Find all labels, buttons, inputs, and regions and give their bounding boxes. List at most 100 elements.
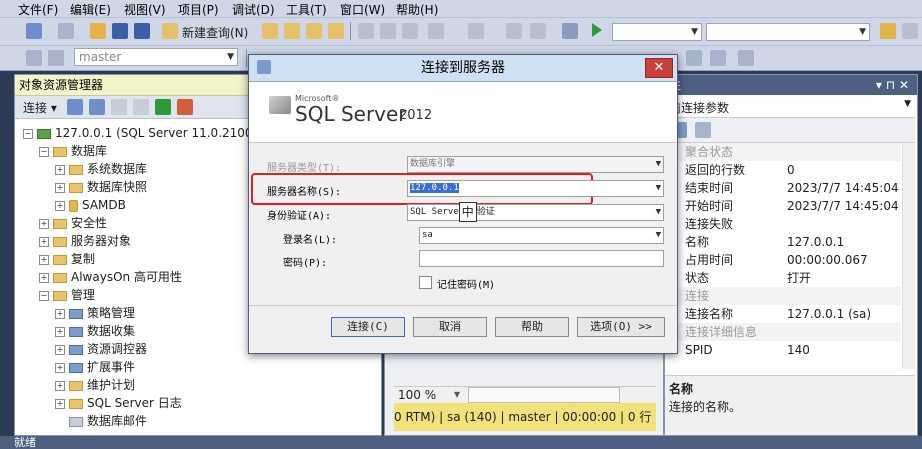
report-icon[interactable] bbox=[562, 23, 578, 39]
property-pages-icon[interactable] bbox=[695, 122, 711, 138]
indent-icon[interactable] bbox=[686, 50, 702, 66]
tree-server-objects[interactable]: + 服务器对象 bbox=[39, 233, 131, 250]
solution-icon[interactable] bbox=[530, 23, 546, 39]
property-value: 2023/7/7 14:45:04 bbox=[787, 181, 899, 195]
property-row[interactable]: 状态 打开 bbox=[665, 269, 901, 287]
properties-object-combo[interactable]: 前连接参数 ▼ bbox=[665, 95, 915, 118]
menu-debug[interactable]: 调试(D) bbox=[232, 1, 275, 18]
menu-window[interactable]: 窗口(W) bbox=[340, 1, 385, 18]
paste-icon[interactable] bbox=[402, 23, 418, 39]
standard-toolbar: 新建查询(N) ▼ ▼ bbox=[0, 18, 922, 46]
property-category[interactable]: 连接详细信息 bbox=[665, 323, 901, 341]
open-file-icon[interactable] bbox=[90, 23, 106, 39]
remember-password-checkbox[interactable] bbox=[419, 276, 432, 289]
tree-databases[interactable]: − 数据库 bbox=[39, 143, 107, 160]
new-query-button[interactable]: 新建查询(N) bbox=[182, 24, 248, 41]
menu-file[interactable]: 文件(F) bbox=[18, 1, 58, 18]
tree-resource-governor[interactable]: + 资源调控器 bbox=[55, 341, 147, 358]
menu-view[interactable]: 视图(V) bbox=[124, 1, 166, 18]
database-combo[interactable]: master ▼ bbox=[74, 48, 238, 66]
property-category[interactable]: 聚合状态 bbox=[665, 143, 901, 161]
property-key: 占用时间 bbox=[685, 253, 734, 267]
cancel-button[interactable]: 取消 bbox=[413, 317, 487, 337]
server-type-select[interactable]: 数据库引擎 ▼ bbox=[407, 156, 664, 173]
tree-sql-server-logs[interactable]: + SQL Server 日志 bbox=[55, 395, 182, 412]
property-row[interactable]: 开始时间 2023/7/7 14:45:04 bbox=[665, 197, 901, 215]
tree-extended-events[interactable]: + 扩展事件 bbox=[55, 359, 135, 376]
property-row[interactable]: 连接失败 bbox=[665, 215, 901, 233]
undo-icon[interactable] bbox=[428, 23, 444, 39]
dmx-query-icon[interactable] bbox=[328, 23, 344, 39]
tree-db-snapshots[interactable]: + 数据库快照 bbox=[55, 179, 147, 196]
property-row[interactable]: 返回的行数 0 bbox=[665, 161, 901, 179]
close-button[interactable]: ✕ bbox=[645, 58, 673, 78]
mdx-query-icon[interactable] bbox=[306, 23, 322, 39]
tree-management[interactable]: − 管理 bbox=[39, 287, 95, 304]
options-button[interactable]: 选项(O) >> bbox=[577, 317, 665, 337]
property-value: 127.0.0.1 (sa) bbox=[787, 307, 872, 321]
property-row[interactable]: 结束时间 2023/7/7 14:45:04 bbox=[665, 179, 901, 197]
filter-icon[interactable] bbox=[133, 99, 149, 115]
new-project-icon[interactable] bbox=[26, 23, 42, 39]
auth-select[interactable]: SQL Serve 中验证 ▼ bbox=[407, 202, 664, 222]
help-button[interactable]: 帮助 bbox=[495, 317, 569, 337]
server-name-combo[interactable]: 127.0.0.1 ▼ bbox=[407, 180, 664, 197]
connect-oe-icon[interactable] bbox=[67, 99, 83, 115]
server-name-label: 服务器名称(S): bbox=[267, 187, 342, 198]
properties-scrollbar[interactable] bbox=[902, 143, 915, 369]
property-key: 连接 bbox=[685, 289, 710, 303]
tree-database-mail[interactable]: 数据库邮件 bbox=[69, 413, 147, 430]
property-row[interactable]: SPID 140 bbox=[665, 341, 901, 359]
cut-icon[interactable] bbox=[358, 23, 374, 39]
disconnect-icon[interactable] bbox=[89, 99, 105, 115]
connect-icon[interactable] bbox=[26, 50, 42, 66]
navigate-icon[interactable] bbox=[506, 23, 522, 39]
comment-icon[interactable] bbox=[738, 50, 754, 66]
menu-tools[interactable]: 工具(T) bbox=[286, 1, 327, 18]
new-query-icon[interactable] bbox=[162, 23, 178, 39]
tree-policy-management[interactable]: + 策略管理 bbox=[55, 305, 135, 322]
properties-icon[interactable] bbox=[880, 23, 896, 39]
outdent-icon[interactable] bbox=[710, 50, 726, 66]
tree-server-node[interactable]: −127.0.0.1 (SQL Server 11.0.2100 - bbox=[23, 125, 261, 142]
property-category[interactable]: 连接 bbox=[665, 287, 901, 305]
login-combo[interactable]: sa ▼ bbox=[419, 227, 664, 244]
search-combo[interactable]: ▼ bbox=[706, 23, 870, 41]
connect-dropdown[interactable]: 连接 ▾ bbox=[23, 99, 57, 116]
copy-icon[interactable] bbox=[380, 23, 396, 39]
execute-icon[interactable] bbox=[592, 23, 602, 37]
menu-edit[interactable]: 编辑(E) bbox=[70, 1, 111, 18]
analysis-query-icon[interactable] bbox=[284, 23, 300, 39]
password-input[interactable] bbox=[419, 250, 664, 267]
change-connection-icon[interactable] bbox=[48, 50, 64, 66]
connect-button[interactable]: 连接(C) bbox=[331, 317, 405, 337]
redo-icon[interactable] bbox=[468, 23, 484, 39]
config-combo[interactable]: ▼ bbox=[612, 23, 702, 41]
menu-help[interactable]: 帮助(H) bbox=[396, 1, 438, 18]
tree-maintenance-plans[interactable]: + 维护计划 bbox=[55, 377, 135, 394]
db-engine-query-icon[interactable] bbox=[262, 23, 278, 39]
property-row[interactable]: 占用时间 00:00:00.067 bbox=[665, 251, 901, 269]
dialog-title: 连接到服务器 bbox=[421, 60, 505, 76]
pin-icon[interactable]: ▾ ⊓ ✕ bbox=[876, 75, 909, 95]
tree-system-databases[interactable]: + 系统数据库 bbox=[55, 161, 147, 178]
refresh-icon[interactable] bbox=[155, 99, 171, 115]
tree-samdb[interactable]: + SAMDB bbox=[55, 197, 126, 214]
add-item-icon[interactable] bbox=[58, 23, 74, 39]
zoom-dropdown-icon[interactable]: ▾ bbox=[454, 387, 460, 401]
zoom-level[interactable]: 100 % bbox=[398, 388, 436, 402]
options-icon[interactable] bbox=[902, 23, 918, 39]
tree-data-collection[interactable]: + 数据收集 bbox=[55, 323, 135, 340]
save-icon[interactable] bbox=[112, 23, 128, 39]
property-row[interactable]: 连接名称 127.0.0.1 (sa) bbox=[665, 305, 901, 323]
save-all-icon[interactable] bbox=[134, 23, 150, 39]
tree-alwayson[interactable]: + AlwaysOn 高可用性 bbox=[39, 269, 182, 286]
property-row[interactable]: 名称 127.0.0.1 bbox=[665, 233, 901, 251]
dialog-divider bbox=[249, 305, 677, 306]
activity-monitor-icon[interactable] bbox=[177, 99, 193, 115]
tree-security[interactable]: + 安全性 bbox=[39, 215, 107, 232]
horizontal-scrollbar[interactable] bbox=[468, 387, 620, 403]
menu-project[interactable]: 项目(P) bbox=[178, 1, 219, 18]
stop-icon[interactable] bbox=[111, 99, 127, 115]
tree-replication[interactable]: + 复制 bbox=[39, 251, 95, 268]
